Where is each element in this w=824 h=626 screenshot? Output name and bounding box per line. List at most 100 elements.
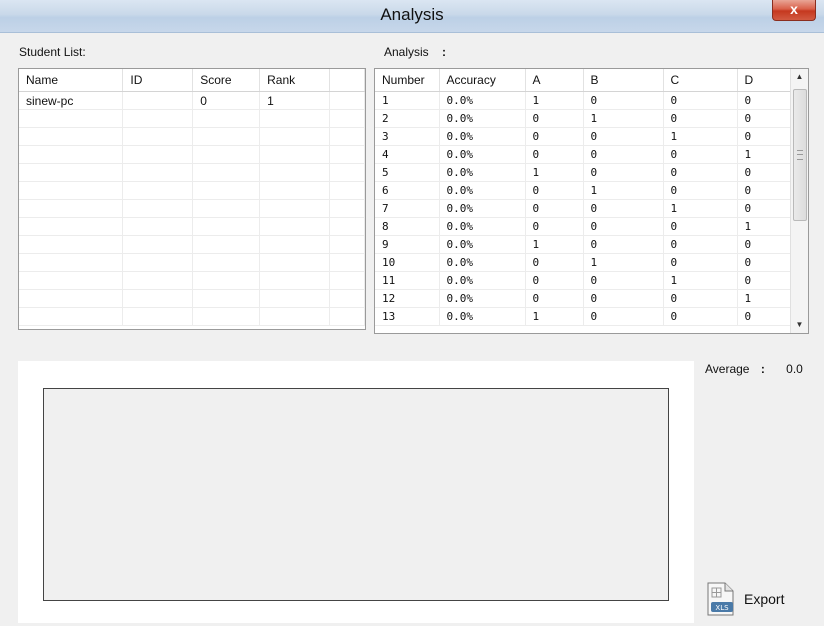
student-cell <box>192 127 261 146</box>
analysis-row[interactable]: 9 0.0% 1 0 0 0 <box>375 235 808 254</box>
student-row[interactable] <box>19 181 365 200</box>
student-cell-filler <box>329 163 365 182</box>
analysis-cell: 0 <box>583 289 664 308</box>
analysis-cell: 0 <box>583 217 664 236</box>
student-cell <box>122 217 194 236</box>
student-row[interactable] <box>19 217 365 236</box>
student-cell <box>122 271 194 290</box>
analysis-row[interactable]: 12 0.0% 0 0 0 1 <box>375 289 808 308</box>
student-cell: sinew-pc <box>19 91 124 110</box>
analysis-row[interactable]: 11 0.0% 0 0 1 0 <box>375 271 808 290</box>
analysis-cell: 10 <box>375 253 440 272</box>
analysis-row[interactable]: 6 0.0% 0 1 0 0 <box>375 181 808 200</box>
export-button[interactable]: XLS Export <box>705 582 805 618</box>
student-header-score[interactable]: Score <box>192 69 261 92</box>
analysis-cell: 0.0% <box>439 91 526 110</box>
analysis-cell: 1 <box>583 181 664 200</box>
analysis-cell: 0 <box>583 235 664 254</box>
analysis-header-b[interactable]: B <box>583 69 664 92</box>
student-cell <box>122 289 194 308</box>
analysis-cell: 0 <box>663 145 738 164</box>
analysis-header-accuracy[interactable]: Accuracy <box>439 69 526 92</box>
student-row[interactable] <box>19 163 365 182</box>
student-cell <box>19 109 124 128</box>
analysis-cell: 1 <box>525 235 584 254</box>
student-row[interactable] <box>19 253 365 272</box>
student-cell <box>19 271 124 290</box>
student-row[interactable] <box>19 145 365 164</box>
analysis-header-number[interactable]: Number <box>375 69 440 92</box>
student-header-rank[interactable]: Rank <box>259 69 331 92</box>
student-table: Name ID Score Rank sinew-pc 0 1 <box>19 69 365 326</box>
analysis-cell: 0 <box>525 145 584 164</box>
analysis-row[interactable]: 7 0.0% 0 0 1 0 <box>375 199 808 218</box>
close-button[interactable]: x <box>772 0 816 21</box>
student-list[interactable]: Name ID Score Rank sinew-pc 0 1 <box>18 68 366 330</box>
export-label: Export <box>744 591 785 607</box>
student-cell <box>192 217 261 236</box>
analysis-cell: 8 <box>375 217 440 236</box>
xls-icon-text: XLS <box>715 604 729 612</box>
analysis-scrollbar[interactable]: ▲ ▼ <box>790 69 808 333</box>
student-cell <box>259 127 331 146</box>
window-title: Analysis <box>380 5 444 24</box>
student-cell-filler <box>329 109 365 128</box>
student-cell-filler <box>329 127 365 146</box>
student-row[interactable] <box>19 127 365 146</box>
analysis-row[interactable]: 13 0.0% 1 0 0 0 <box>375 307 808 326</box>
student-cell-filler <box>329 199 365 218</box>
analysis-list[interactable]: Number Accuracy A B C D 1 0.0% 1 0 0 0 2 0.0% 0 1 0 0 3 0.… <box>374 68 809 334</box>
analysis-cell: 0 <box>583 271 664 290</box>
scrollbar-thumb[interactable] <box>793 89 807 221</box>
xls-file-icon: XLS <box>707 582 734 616</box>
analysis-cell: 0 <box>583 145 664 164</box>
analysis-cell: 0 <box>663 253 738 272</box>
analysis-cell: 11 <box>375 271 440 290</box>
analysis-header-c[interactable]: C <box>663 69 738 92</box>
average-value: 0.0 <box>786 362 803 376</box>
analysis-cell: 1 <box>583 253 664 272</box>
analysis-row[interactable]: 3 0.0% 0 0 1 0 <box>375 127 808 146</box>
scroll-down-arrow-icon[interactable]: ▼ <box>791 317 808 333</box>
analysis-cell: 5 <box>375 163 440 182</box>
student-cell <box>19 163 124 182</box>
analysis-row[interactable]: 4 0.0% 0 0 0 1 <box>375 145 808 164</box>
student-row[interactable] <box>19 289 365 308</box>
analysis-cell: 0 <box>663 289 738 308</box>
student-cell <box>259 271 331 290</box>
analysis-row[interactable]: 2 0.0% 0 1 0 0 <box>375 109 808 128</box>
analysis-cell: 0 <box>663 181 738 200</box>
analysis-cell: 0 <box>525 109 584 128</box>
analysis-cell: 0 <box>663 307 738 326</box>
student-row[interactable]: sinew-pc 0 1 <box>19 91 365 110</box>
analysis-row[interactable]: 5 0.0% 1 0 0 0 <box>375 163 808 182</box>
student-header-name[interactable]: Name <box>19 69 124 92</box>
analysis-row[interactable]: 10 0.0% 0 1 0 0 <box>375 253 808 272</box>
analysis-label: Analysis : <box>384 45 446 59</box>
analysis-cell: 13 <box>375 307 440 326</box>
student-row[interactable] <box>19 307 365 326</box>
analysis-row[interactable]: 8 0.0% 0 0 0 1 <box>375 217 808 236</box>
analysis-cell: 6 <box>375 181 440 200</box>
analysis-cell: 0.0% <box>439 235 526 254</box>
analysis-cell: 1 <box>663 271 738 290</box>
student-row[interactable] <box>19 109 365 128</box>
average-display: Average : 0.0 <box>705 362 803 376</box>
student-cell <box>192 289 261 308</box>
analysis-cell: 0.0% <box>439 271 526 290</box>
analysis-cell: 4 <box>375 145 440 164</box>
student-cell <box>259 307 331 326</box>
student-row[interactable] <box>19 199 365 218</box>
student-cell <box>19 235 124 254</box>
student-list-label: Student List: <box>19 45 86 59</box>
student-cell <box>259 217 331 236</box>
analysis-row[interactable]: 1 0.0% 1 0 0 0 <box>375 91 808 110</box>
student-row[interactable] <box>19 235 365 254</box>
student-cell <box>19 217 124 236</box>
student-header-id[interactable]: ID <box>122 69 194 92</box>
analysis-header-a[interactable]: A <box>525 69 584 92</box>
analysis-cell: 0.0% <box>439 127 526 146</box>
analysis-cell: 0 <box>663 163 738 182</box>
student-row[interactable] <box>19 271 365 290</box>
scroll-up-arrow-icon[interactable]: ▲ <box>791 69 808 85</box>
